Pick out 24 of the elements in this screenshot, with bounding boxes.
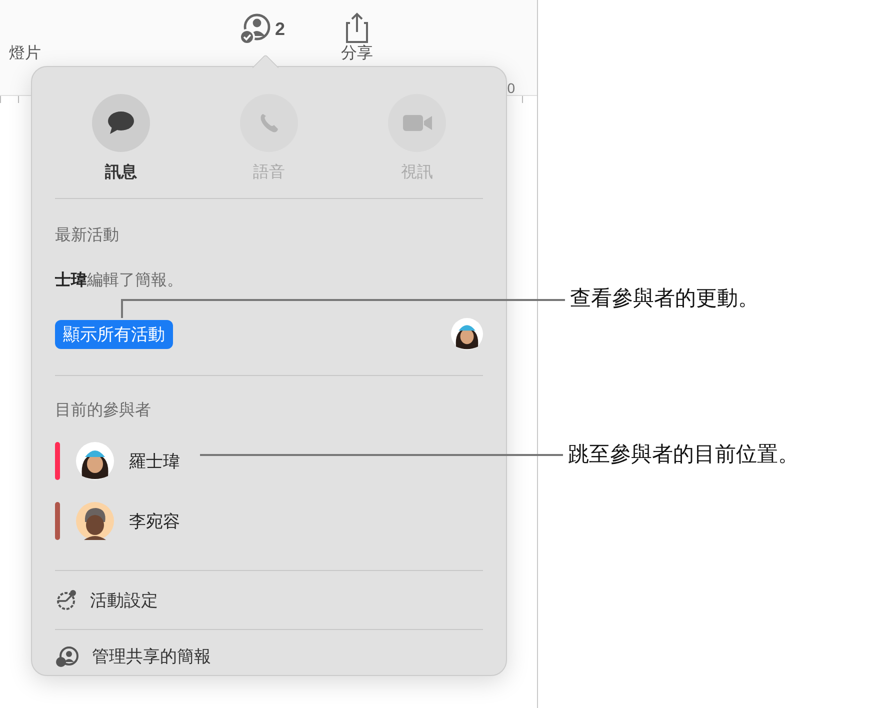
activity-message: 士瑋編輯了簡報。 — [55, 271, 184, 291]
avatar-icon — [451, 318, 483, 350]
speech-bubble-icon — [107, 111, 135, 135]
menu-item[interactable]: 活動設定 — [55, 571, 483, 629]
participant-name[interactable]: 李宛容 — [129, 510, 180, 532]
menu-item[interactable]: 管理共享的簡報 — [55, 630, 483, 683]
callout-text: 跳至參與者的目前位置。 — [568, 442, 799, 468]
collaborate-icon — [55, 646, 79, 668]
participant-name[interactable]: 羅士瑋 — [129, 450, 180, 472]
call-button[interactable]: 訊息 — [47, 94, 195, 182]
share-icon[interactable] — [345, 12, 370, 43]
participant-count: 2 — [275, 18, 286, 40]
video-camera-icon — [402, 113, 432, 133]
toolbar-label: 燈片 — [9, 44, 41, 64]
avatar-icon — [76, 442, 114, 480]
section-heading: 目前的參與者 — [55, 401, 152, 421]
avatar-icon — [76, 502, 114, 540]
gear-icon — [55, 589, 77, 611]
callout-text: 查看參與者的更動。 — [570, 286, 759, 312]
show-all-activity-button[interactable]: 顯示所有活動 — [55, 320, 173, 348]
phone-icon — [258, 112, 280, 134]
ruler-number: 0 — [507, 80, 515, 98]
section-heading: 最新活動 — [55, 226, 120, 246]
share-label[interactable]: 分享 — [341, 45, 374, 63]
